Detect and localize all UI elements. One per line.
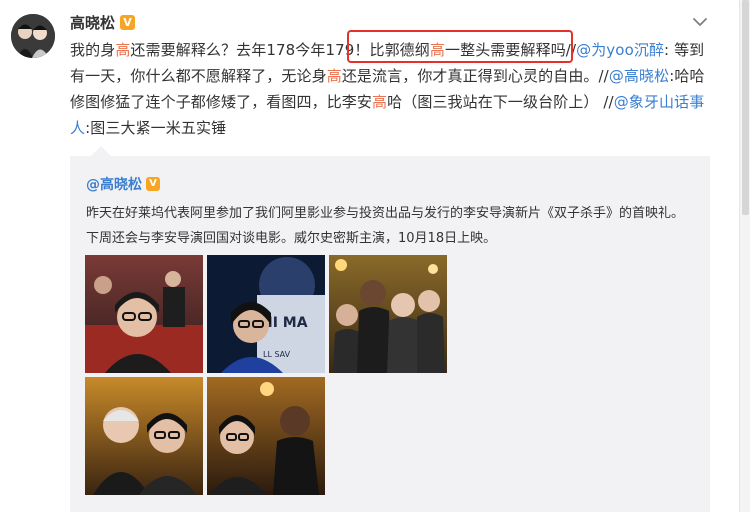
keyword-highlight: 高 — [429, 41, 445, 59]
post-text-segment: :图三大紧一米五实锤 — [85, 119, 227, 137]
weibo-post-card: 高晓松 V 我的身高还需要解释么？去年178今年179！比郭德纲高一整头需要解释… — [0, 0, 750, 512]
author-name[interactable]: 高晓松 — [70, 12, 115, 33]
post-author-row: 高晓松 V — [70, 11, 136, 33]
repost-caret — [91, 146, 111, 156]
repost-author-name[interactable]: @高晓松 — [86, 174, 142, 194]
mention-link[interactable]: @为yoo沉醉 — [576, 41, 664, 59]
repost-author-row: @高晓松 V — [86, 174, 160, 194]
post-text-segment: 一整头需要解释吗// — [445, 41, 577, 59]
photo-thumbnail[interactable] — [85, 377, 203, 495]
verified-v-icon: V — [120, 14, 136, 30]
post-text-segment: 还是流言，你才真正得到心灵的自由。// — [341, 67, 609, 85]
mention-link[interactable]: @高晓松 — [609, 67, 669, 85]
post-text-segment: 哈（图三我站在下一级台阶上） // — [387, 93, 614, 111]
photo-thumbnail[interactable] — [329, 255, 447, 373]
photo-thumbnail[interactable] — [85, 255, 203, 373]
post-text: 我的身高还需要解释么？去年178今年179！比郭德纲高一整头需要解释吗//@为y… — [70, 37, 715, 141]
chevron-down-icon[interactable] — [690, 14, 710, 28]
scrollbar[interactable] — [739, 0, 750, 512]
verified-v-icon: V — [146, 177, 160, 191]
avatar[interactable] — [11, 14, 55, 58]
repost-text: 昨天在好莱坞代表阿里参加了我们阿里影业参与投资出品与发行的李安导演新片《双子杀手… — [86, 206, 685, 246]
repost-card[interactable]: @高晓松 V 昨天在好莱坞代表阿里参加了我们阿里影业参与投资出品与发行的李安导演… — [70, 156, 710, 512]
scrollbar-thumb[interactable] — [742, 0, 749, 215]
svg-text:LL SAV: LL SAV — [263, 350, 291, 359]
post-text-segment: 我的身 — [70, 41, 116, 59]
post-text-segment: 还需要解释么？去年178今年179！比郭德纲 — [130, 41, 430, 59]
photo-thumbnail[interactable]: NI MA LL SAV — [207, 255, 325, 373]
photo-thumbnail[interactable] — [207, 377, 325, 495]
keyword-highlight: 高 — [115, 41, 131, 59]
keyword-highlight: 高 — [326, 67, 342, 85]
keyword-highlight: 高 — [372, 93, 388, 111]
